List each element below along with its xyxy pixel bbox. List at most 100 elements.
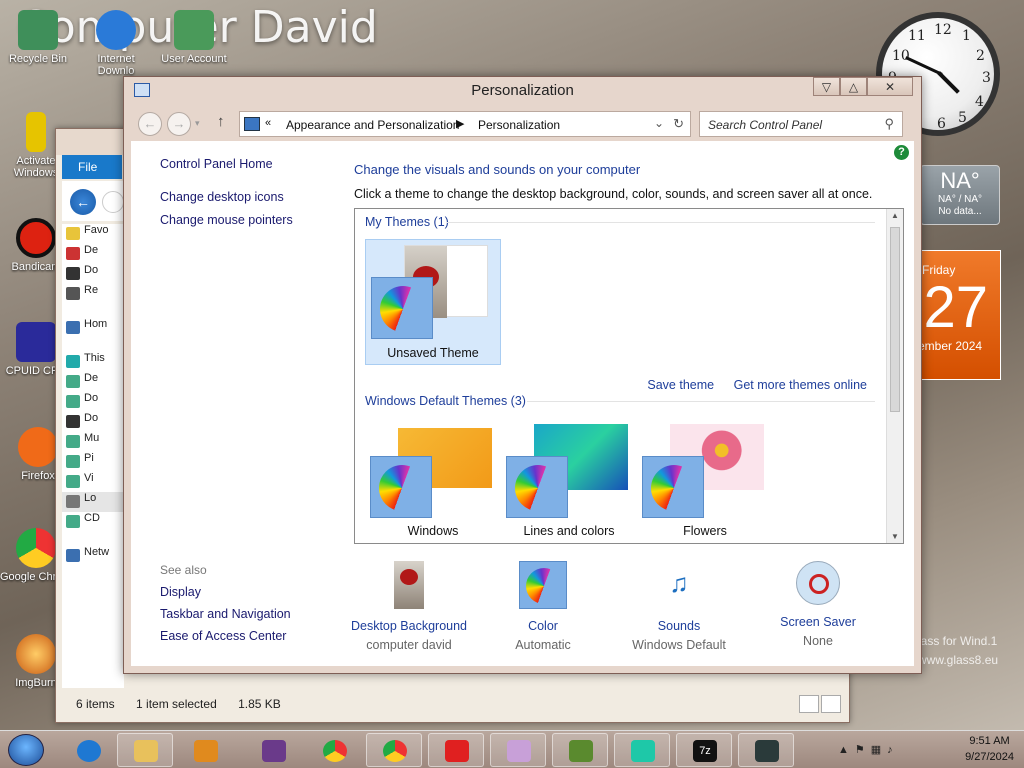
glass-watermark: lass for Wind.1 www.glass8.eu <box>918 634 999 667</box>
nav-item[interactable]: De <box>62 372 124 392</box>
screen-saver-setting[interactable]: Screen Saver None <box>753 561 883 648</box>
volume-icon[interactable]: ♪ <box>887 744 899 756</box>
imgburn-icon <box>16 634 56 674</box>
theme-lines-and-colors[interactable]: Lines and colors <box>501 416 637 542</box>
chevron-down-icon[interactable]: ⌄ <box>654 116 664 130</box>
control-panel-home-link[interactable]: Control Panel Home <box>160 157 293 171</box>
back-button[interactable]: ← <box>138 112 162 136</box>
desktop-icon-internet-download[interactable]: Internet Downlo <box>78 10 154 77</box>
themes-list[interactable]: My Themes (1) Unsaved Theme Save theme G… <box>354 208 904 544</box>
get-more-themes-link[interactable]: Get more themes online <box>734 378 867 392</box>
content-area: ? Control Panel Home Change desktop icon… <box>131 141 914 666</box>
themes-scrollbar[interactable]: ▲ ▼ <box>886 209 903 543</box>
display-link[interactable]: Display <box>160 585 291 599</box>
nav-item[interactable]: Do <box>62 264 124 284</box>
details-view-icon[interactable] <box>799 695 819 713</box>
taskbar-monitor-app[interactable] <box>614 733 670 767</box>
color-setting[interactable]: Color Automatic <box>478 561 608 652</box>
ease-of-access-link[interactable]: Ease of Access Center <box>160 629 291 643</box>
nav-item[interactable]: Mu <box>62 432 124 452</box>
maximize-button[interactable]: △ <box>840 77 867 96</box>
breadcrumb-personalization[interactable]: Personalization <box>478 118 560 132</box>
nav-item[interactable]: Do <box>62 392 124 412</box>
chrome-icon <box>16 528 56 568</box>
help-icon[interactable]: ? <box>894 145 909 160</box>
search-box[interactable]: Search Control Panel ⚲ <box>699 111 903 137</box>
large-icons-view-icon[interactable] <box>821 695 841 713</box>
nav-item[interactable]: Hom <box>62 318 124 338</box>
nav-item[interactable]: CD <box>62 512 124 532</box>
breadcrumb-appearance[interactable]: Appearance and Personalization <box>286 118 459 132</box>
nav-item[interactable]: Lo <box>62 492 124 512</box>
system-tray[interactable]: ▲⚑▦♪ <box>838 743 899 756</box>
color-palette-icon <box>519 561 567 609</box>
minecraft-icon <box>569 740 593 762</box>
show-hidden-icons-chevron[interactable]: ▲ <box>838 744 855 756</box>
nav-item[interactable]: Favo <box>62 224 124 244</box>
search-icon[interactable]: ⚲ <box>884 116 894 132</box>
change-desktop-icons-link[interactable]: Change desktop icons <box>160 190 293 204</box>
start-button[interactable] <box>8 734 44 766</box>
monitor-icon <box>631 740 655 762</box>
weather-gadget[interactable]: NA° NA° / NA° No data... <box>920 165 1000 225</box>
forward-arrow-icon[interactable] <box>102 191 124 213</box>
taskbar-winrar[interactable] <box>245 733 301 767</box>
refresh-icon[interactable]: ↻ <box>673 116 684 132</box>
taskbar-minecraft[interactable] <box>552 733 608 767</box>
view-buttons <box>797 695 841 716</box>
recent-pages-dropdown-icon[interactable]: ▾ <box>195 118 200 129</box>
nav-item[interactable]: Do <box>62 412 124 432</box>
personalization-window[interactable]: Personalization ▽ △ ✕ ← → ▾ ↑ « Appearance… <box>123 76 922 674</box>
taskbar-file-explorer[interactable] <box>117 733 173 767</box>
flag-icon[interactable]: ⚑ <box>855 744 871 756</box>
network-icon[interactable]: ▦ <box>871 744 887 756</box>
control-panel-icon <box>244 117 260 131</box>
minimize-button[interactable]: ▽ <box>813 77 840 96</box>
change-mouse-pointers-link[interactable]: Change mouse pointers <box>160 213 293 227</box>
taskbar-chrome[interactable] <box>306 733 362 767</box>
titlebar[interactable]: Personalization ▽ △ ✕ <box>124 77 921 105</box>
up-arrow-button[interactable]: ↑ <box>217 113 225 130</box>
taskbar-chrome-alt[interactable] <box>366 733 422 767</box>
calendar-gadget[interactable]: Friday 27 ember 2024 <box>915 250 1001 380</box>
nav-item[interactable]: Vi <box>62 472 124 492</box>
taskbar-internet-explorer[interactable] <box>60 733 116 767</box>
cpu-icon <box>16 322 56 362</box>
bandicam-icon <box>16 218 56 258</box>
clock-minute-hand <box>905 56 943 76</box>
theme-windows[interactable]: Windows <box>365 416 501 542</box>
close-button[interactable]: ✕ <box>867 77 913 96</box>
internet-download-icon <box>96 10 136 50</box>
taskbar-media-player[interactable] <box>177 733 233 767</box>
forward-button[interactable]: → <box>167 112 191 136</box>
ribbon-file-tab[interactable]: File <box>62 155 122 179</box>
this-pc-icon <box>66 355 80 368</box>
taskbar-personalization[interactable] <box>490 733 546 767</box>
nav-item[interactable]: De <box>62 244 124 264</box>
save-theme-link[interactable]: Save theme <box>647 378 714 392</box>
screen-saver-icon <box>796 561 840 605</box>
taskbar-navigation-link[interactable]: Taskbar and Navigation <box>160 607 291 621</box>
theme-unsaved[interactable]: Unsaved Theme <box>365 239 501 365</box>
nav-item[interactable]: This <box>62 352 124 372</box>
taskbar-terminal[interactable] <box>738 733 794 767</box>
taskbar-7zip[interactable]: 7z <box>676 733 732 767</box>
desktop-icon-recycle-bin[interactable]: Recycle Bin <box>0 10 76 65</box>
nav-item[interactable]: Netw <box>62 546 124 566</box>
videos-icon <box>66 475 80 488</box>
desktop-icon-user-account[interactable]: User Account <box>156 10 232 65</box>
taskbar-roblox[interactable] <box>428 733 484 767</box>
desktop-background-setting[interactable]: Desktop Background computer david <box>344 561 474 652</box>
left-nav: Control Panel Home Change desktop icons … <box>160 157 293 236</box>
breadcrumb[interactable]: « Appearance and Personalization ▶ Perso… <box>239 111 691 137</box>
download-icon <box>66 267 80 280</box>
chevron-right-icon[interactable]: ▶ <box>456 117 464 130</box>
theme-settings-row: Desktop Background computer david Color … <box>351 561 914 671</box>
back-arrow-icon[interactable]: ← <box>70 189 96 215</box>
clock-tray[interactable]: 9:51 AM 9/27/2024 <box>965 735 1014 763</box>
scrollbar-thumb[interactable] <box>890 227 900 412</box>
theme-flowers[interactable]: Flowers <box>637 416 773 542</box>
nav-item[interactable]: Pi <box>62 452 124 472</box>
sounds-setting[interactable]: ♫ Sounds Windows Default <box>614 561 744 652</box>
nav-item[interactable]: Re <box>62 284 124 304</box>
